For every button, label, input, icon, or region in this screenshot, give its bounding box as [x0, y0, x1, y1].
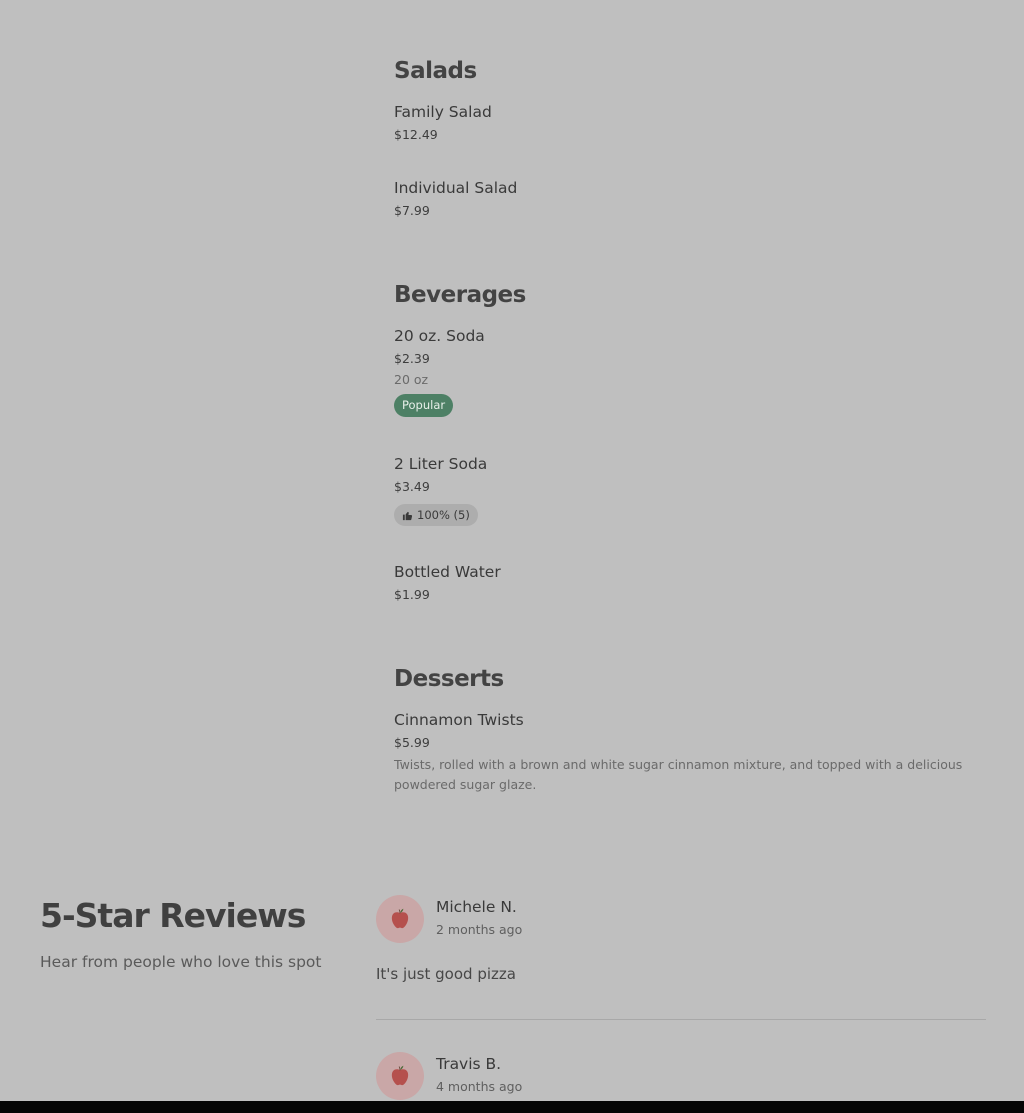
menu-section-desserts: Desserts	[394, 664, 994, 694]
reviewer-name: Travis B.	[436, 1055, 502, 1073]
apple-icon	[391, 1065, 409, 1086]
review-text: It's just good pizza	[376, 965, 516, 983]
item-name: Individual Salad	[394, 179, 518, 197]
item-name: 2 Liter Soda	[394, 455, 488, 473]
item-name: Bottled Water	[394, 563, 501, 581]
rating-badge: 100% (5)	[394, 504, 478, 526]
reviews-heading: 5-Star Reviews	[40, 896, 306, 935]
item-name: Family Salad	[394, 103, 492, 121]
menu-item-family-salad[interactable]: Family Salad $12.49	[394, 101, 974, 144]
item-description: Twists, rolled with a brown and white su…	[394, 757, 963, 792]
rating-text: 100% (5)	[417, 508, 470, 522]
menu-section-salads: Salads	[394, 56, 994, 86]
thumbs-up-icon	[402, 511, 413, 520]
section-title: Salads	[394, 58, 477, 84]
menu-item-cinnamon-twists[interactable]: Cinnamon Twists $5.99 Twists, rolled wit…	[394, 709, 974, 795]
avatar	[376, 895, 424, 943]
section-title: Beverages	[394, 282, 526, 308]
reviews-subheading: Hear from people who love this spot	[40, 953, 322, 971]
bottom-bar	[0, 1101, 1024, 1113]
item-price: $3.49	[394, 479, 430, 494]
review-time: 2 months ago	[436, 922, 523, 937]
review-divider	[376, 1019, 986, 1020]
item-price: $12.49	[394, 127, 438, 142]
item-price: $5.99	[394, 735, 430, 750]
avatar	[376, 1052, 424, 1100]
item-name: 20 oz. Soda	[394, 327, 485, 345]
item-description: 20 oz	[394, 372, 429, 387]
reviewer-name: Michele N.	[436, 898, 517, 916]
menu-section-beverages: Beverages	[394, 280, 994, 310]
popular-badge: Popular	[394, 394, 454, 417]
menu-item-bottled-water[interactable]: Bottled Water $1.99	[394, 561, 974, 604]
apple-icon	[391, 908, 409, 929]
item-name: Cinnamon Twists	[394, 711, 524, 729]
menu-item-individual-salad[interactable]: Individual Salad $7.99	[394, 177, 974, 220]
item-price: $7.99	[394, 203, 430, 218]
section-title: Desserts	[394, 666, 504, 692]
menu-item-20oz-soda[interactable]: 20 oz. Soda $2.39 20 oz Popular	[394, 325, 974, 417]
item-price: $1.99	[394, 587, 430, 602]
review-time: 4 months ago	[436, 1079, 523, 1094]
item-price: $2.39	[394, 351, 430, 366]
menu-item-2-liter-soda[interactable]: 2 Liter Soda $3.49 100% (5)	[394, 453, 974, 526]
